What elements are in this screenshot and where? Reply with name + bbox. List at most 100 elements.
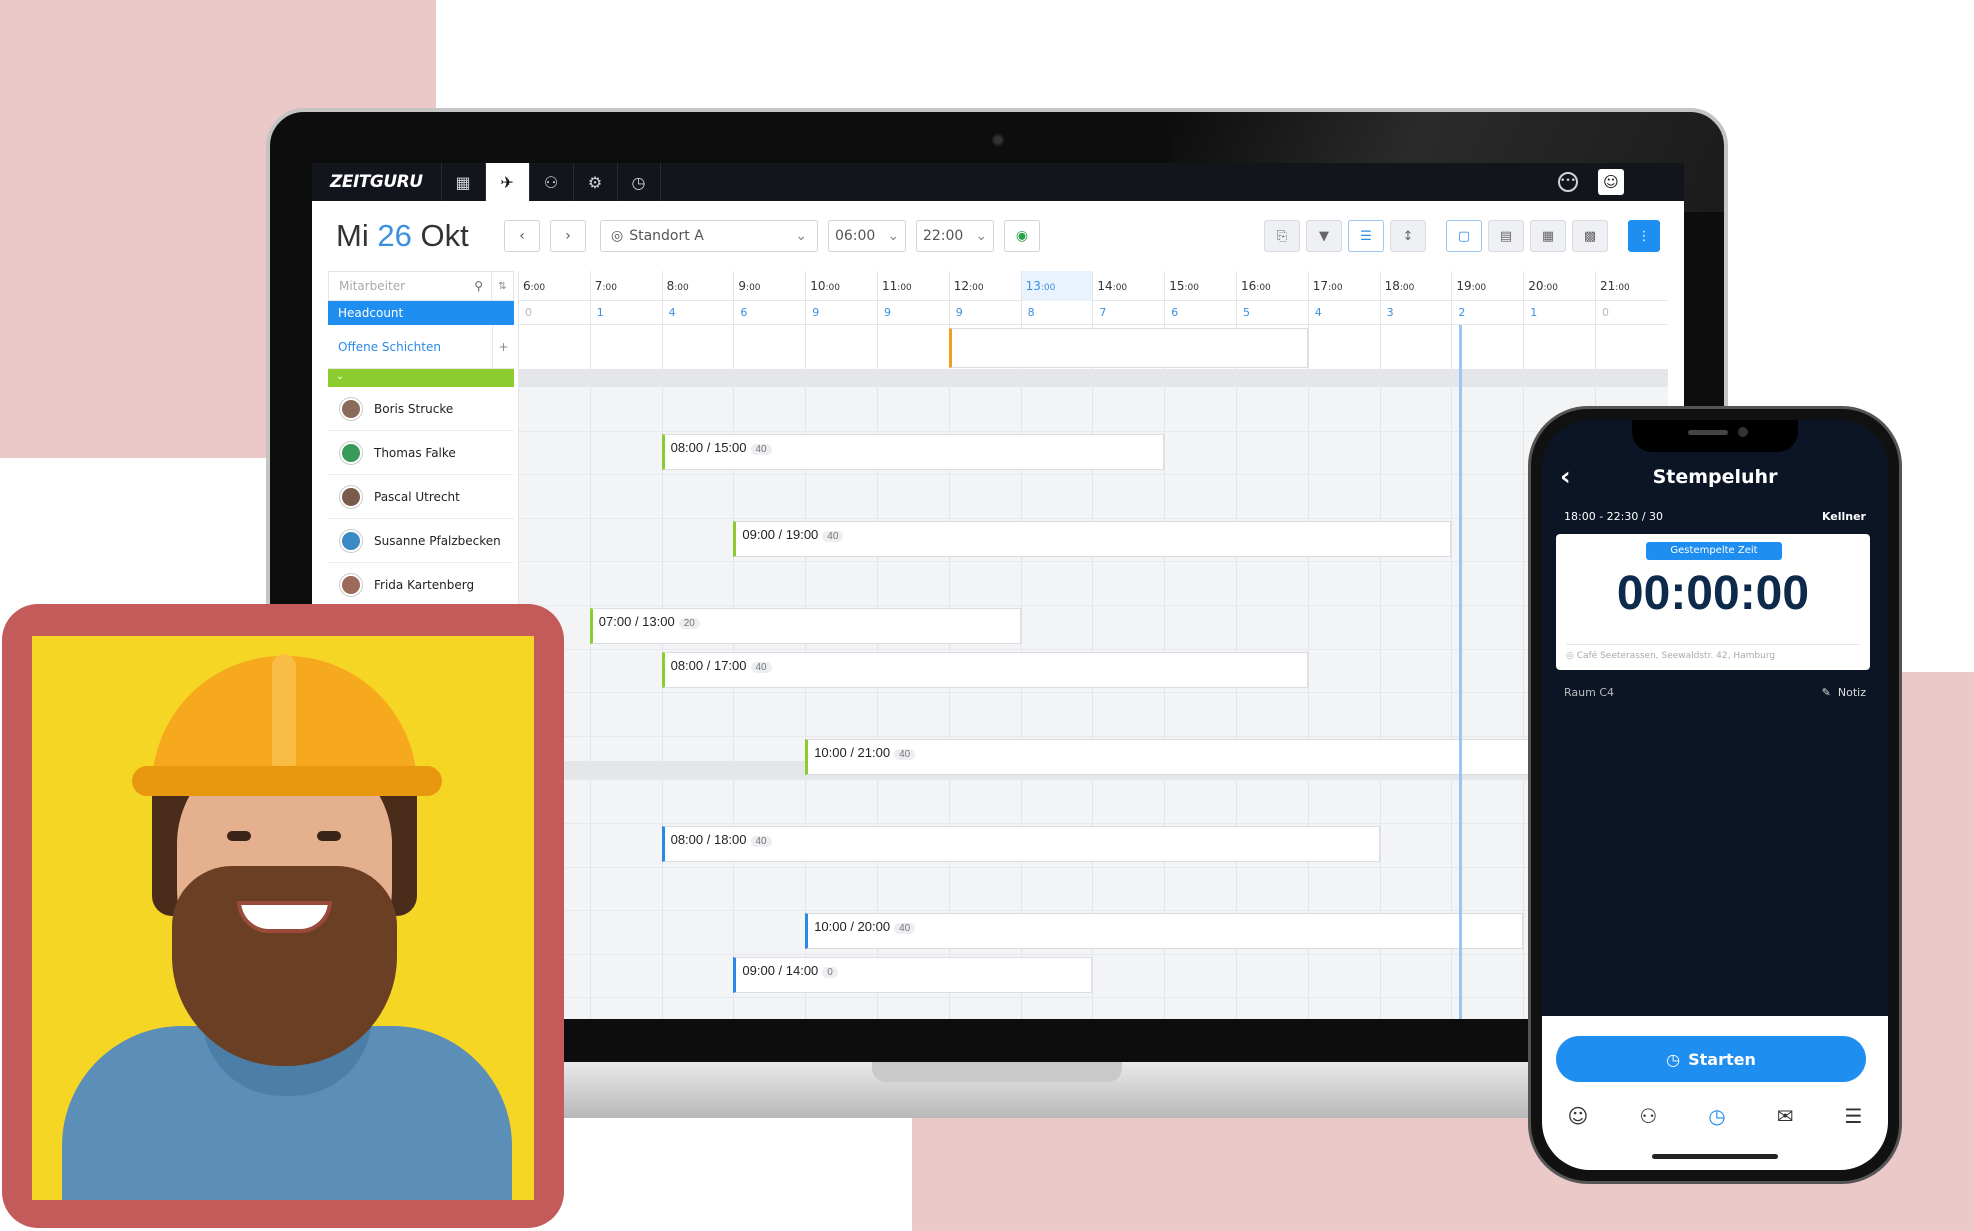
filter-icon[interactable]: ▼ (1306, 220, 1342, 252)
person-icon[interactable]: ☺ (1568, 1104, 1589, 1128)
employee-row[interactable]: Thomas Falke (328, 431, 514, 475)
user-icon[interactable]: ☺ (1598, 169, 1624, 195)
team-icon[interactable]: ⚇ (1639, 1104, 1657, 1128)
start-button[interactable]: ◷ Starten (1556, 1036, 1866, 1082)
time-to-select[interactable]: 22:00 ⌄ (916, 220, 994, 252)
list-view-icon[interactable]: ☰ (1348, 220, 1384, 252)
worker-photo (32, 636, 534, 1200)
headcount-value: 5 (1236, 301, 1308, 325)
employee-search[interactable]: Mitarbeiter ⚲ ⇅ (328, 271, 514, 301)
sort-icon[interactable]: ⇅ (491, 272, 513, 300)
toolbar: Mi 26 Okt ‹ › ◎ Standort A ⌄ 06:00 ⌄ 22:… (312, 201, 1684, 271)
row-separator (518, 823, 1668, 824)
hour-suffix: :00 (969, 283, 984, 293)
hour-label: 6:00 (518, 271, 590, 301)
headcount-value: 6 (1164, 301, 1236, 325)
search-icon[interactable]: ⚲ (474, 279, 483, 293)
next-day-button[interactable]: › (550, 220, 586, 252)
month-label: Okt (420, 218, 469, 253)
week-view-icon[interactable]: ▤ (1488, 220, 1524, 252)
hour-suffix: :00 (746, 283, 761, 293)
front-camera (1738, 427, 1748, 437)
row-separator (518, 953, 1668, 955)
employee-row[interactable]: Susanne Pfalzbecken (328, 519, 514, 563)
hour-number: 17 (1312, 279, 1329, 293)
menu-icon[interactable]: ☰ (1845, 1104, 1863, 1128)
employee-column: Mitarbeiter ⚲ ⇅ Headcount Offene Schicht… (328, 271, 514, 607)
grid-line (589, 325, 591, 1019)
phone-screen: ‹ Stempeluhr 18:00 - 22:30 / 30 Kellner … (1542, 420, 1888, 1170)
avatar (340, 397, 362, 420)
users-icon[interactable]: ⚇ (528, 163, 573, 201)
hour-label: 12:00 (948, 271, 1021, 301)
calendar-icon[interactable]: ▦ (440, 163, 485, 201)
shift-block[interactable]: 08:00 / 15:00 40 (661, 433, 1165, 470)
month-view-icon[interactable]: ▦ (1530, 220, 1566, 252)
employee-row[interactable]: Frida Kartenberg (328, 563, 514, 607)
shift-block[interactable]: 09:00 / 14:00 0 (733, 956, 1093, 993)
hour-label: 13:00 (1020, 271, 1093, 301)
location-value: Standort A (629, 228, 704, 244)
shift-block[interactable]: 10:00 / 21:00 40 (805, 738, 1595, 775)
open-shifts-label: Offene Schichten (338, 339, 441, 354)
open-shifts-row[interactable]: Offene Schichten + (328, 325, 514, 369)
add-icon[interactable]: + (492, 325, 514, 368)
eye-icon[interactable]: ◉ (1004, 220, 1040, 252)
shift-block[interactable]: 10:00 / 20:00 40 (805, 913, 1524, 950)
note-label: Notiz (1837, 686, 1866, 699)
view-tools: ⎘ ▼ ☰ ↕ ▢ ▤ ▦ ▩ ⋮ (1264, 220, 1684, 252)
employee-name: Pascal Utrecht (374, 489, 460, 504)
clock-icon[interactable]: ◷ (616, 163, 661, 201)
hour-label: 15:00 (1164, 271, 1236, 301)
row-separator (518, 648, 1668, 650)
hour-number: 10 (810, 279, 826, 293)
search-input[interactable]: Mitarbeiter (339, 279, 405, 293)
hour-label: 19:00 (1451, 271, 1523, 301)
hour-suffix: :00 (1543, 283, 1558, 293)
prev-day-button[interactable]: ‹ (504, 220, 540, 252)
shift-count: 40 (750, 661, 772, 673)
clock-icon[interactable]: ◷ (1708, 1104, 1725, 1128)
hour-number: 12 (953, 279, 970, 293)
employee-row[interactable]: Pascal Utrecht (328, 475, 514, 519)
expand-icon[interactable]: ↕ (1390, 220, 1426, 252)
shift-count: 40 (894, 923, 916, 935)
note-button[interactable]: ✎ Notiz (1822, 686, 1866, 699)
shift-time: 09:00 / 14:00 (742, 962, 819, 978)
chat-icon[interactable]: ✉ (1777, 1104, 1794, 1128)
row-separator (518, 866, 1668, 868)
phone-title: Stempeluhr (1652, 466, 1778, 488)
gear-icon[interactable]: ⚙ (572, 163, 617, 201)
time-from-select[interactable]: 06:00 ⌄ (828, 220, 906, 252)
more-menu-icon[interactable]: ⋮ (1628, 220, 1660, 252)
headcount-value: 6 (733, 301, 805, 325)
hour-suffix: :00 (1040, 283, 1056, 293)
group-toggle[interactable]: ⌄ (328, 369, 514, 387)
board-view-icon[interactable]: ▩ (1572, 220, 1608, 252)
row-separator (518, 605, 1668, 606)
shift-block[interactable]: 08:00 / 17:00 40 (661, 651, 1308, 688)
document-icon[interactable]: ⎘ (1264, 220, 1300, 252)
shift-count: 40 (750, 836, 772, 847)
row-separator (518, 474, 1668, 476)
shift-block[interactable]: 09:00 / 19:00 40 (733, 520, 1452, 557)
plane-icon[interactable]: ✈ (484, 163, 529, 201)
headcount-value: 0 (1595, 301, 1667, 325)
avatar (340, 573, 362, 596)
hour-label: 7:00 (589, 271, 662, 301)
headcount-label: Headcount (328, 301, 514, 325)
day-view-icon[interactable]: ▢ (1446, 220, 1482, 252)
nav-right: ••• ☺ (1558, 169, 1684, 195)
shift-block[interactable]: 07:00 / 13:00 20 (589, 608, 1021, 644)
day-label: Mi (336, 218, 369, 253)
shift-time: 08:00 / 18:00 (670, 832, 747, 847)
chat-icon[interactable]: ••• (1558, 172, 1578, 192)
employee-row[interactable]: Boris Strucke (328, 387, 514, 431)
room-label: Raum C4 (1564, 686, 1615, 699)
shift-block[interactable]: 08:00 / 18:00 40 (661, 826, 1380, 862)
location-select[interactable]: ◎ Standort A ⌄ (600, 220, 818, 252)
open-shift-block[interactable] (948, 328, 1308, 368)
shift-time: 10:00 / 21:00 (814, 744, 891, 760)
headcount-value: 1 (1523, 301, 1595, 325)
hour-number: 16 (1241, 279, 1257, 293)
